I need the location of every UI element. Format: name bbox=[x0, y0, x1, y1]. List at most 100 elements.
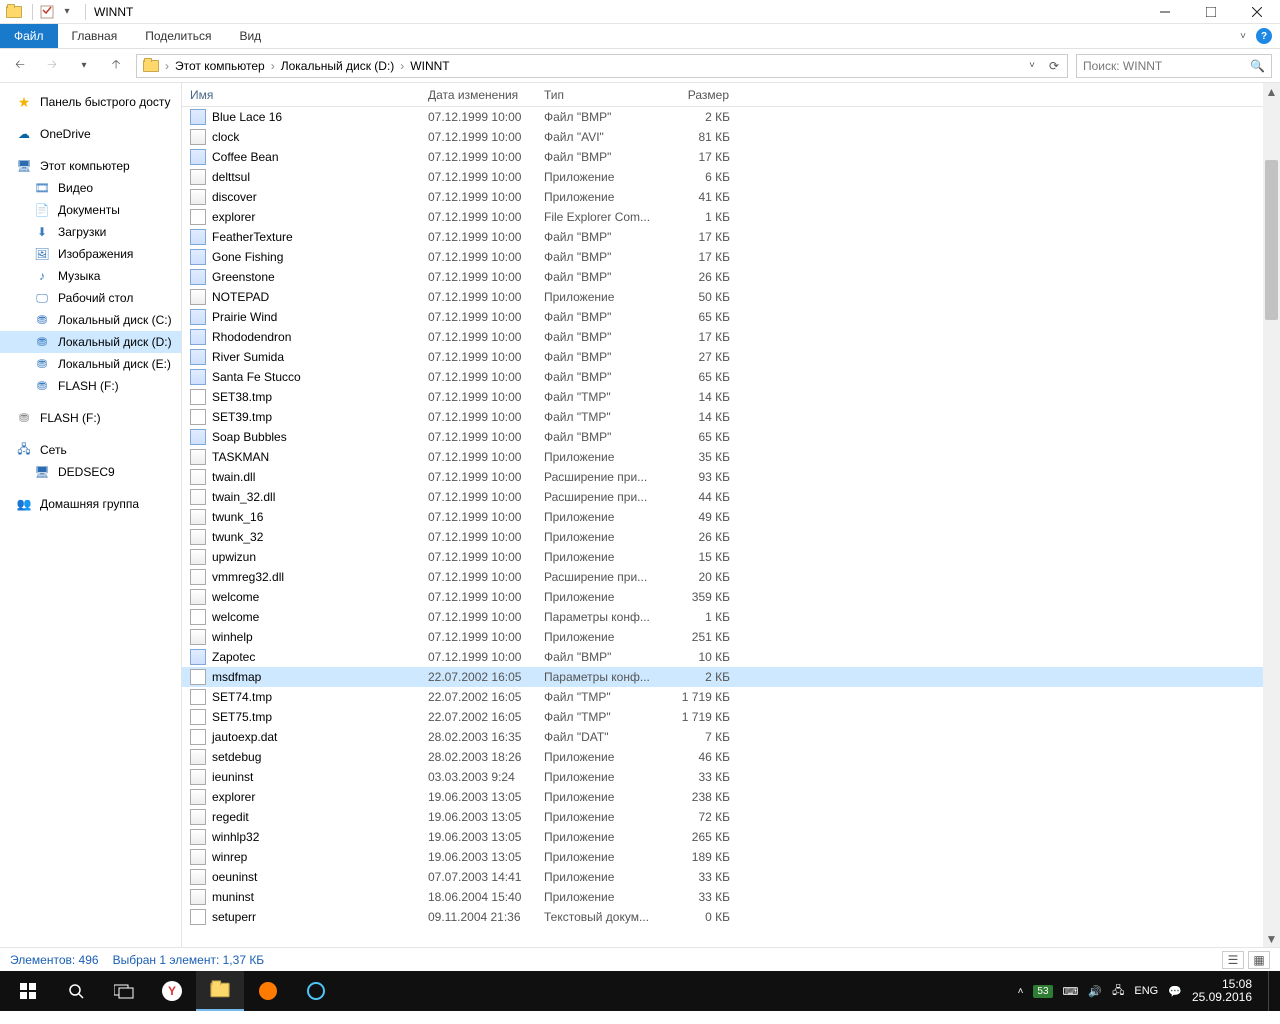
close-button[interactable] bbox=[1234, 0, 1280, 24]
tray-overflow-icon[interactable]: ˄ bbox=[1018, 986, 1024, 997]
minimize-button[interactable] bbox=[1142, 0, 1188, 24]
show-desktop-button[interactable] bbox=[1268, 971, 1274, 1011]
file-row[interactable]: upwizun07.12.1999 10:00Приложение15 КБ bbox=[182, 547, 1280, 567]
action-center-icon[interactable]: 💬 bbox=[1168, 985, 1182, 998]
file-row[interactable]: Prairie Wind07.12.1999 10:00Файл "BMP"65… bbox=[182, 307, 1280, 327]
sidebar-item[interactable]: 🖵Рабочий стол bbox=[0, 287, 181, 309]
file-row[interactable]: TASKMAN07.12.1999 10:00Приложение35 КБ bbox=[182, 447, 1280, 467]
file-row[interactable]: setuperr09.11.2004 21:36Текстовый докум.… bbox=[182, 907, 1280, 927]
file-row[interactable]: explorer19.06.2003 13:05Приложение238 КБ bbox=[182, 787, 1280, 807]
maximize-button[interactable] bbox=[1188, 0, 1234, 24]
scroll-up-icon[interactable]: ▲ bbox=[1263, 83, 1280, 100]
volume-icon[interactable]: 🔊 bbox=[1088, 985, 1102, 998]
file-row[interactable]: SET74.tmp22.07.2002 16:05Файл "TMP"1 719… bbox=[182, 687, 1280, 707]
file-row[interactable]: FeatherTexture07.12.1999 10:00Файл "BMP"… bbox=[182, 227, 1280, 247]
sidebar-onedrive[interactable]: ☁OneDrive bbox=[0, 123, 181, 145]
address-bar[interactable]: › Этот компьютер › Локальный диск (D:) ›… bbox=[136, 54, 1068, 78]
file-row[interactable]: NOTEPAD07.12.1999 10:00Приложение50 КБ bbox=[182, 287, 1280, 307]
address-dropdown-icon[interactable]: ˅ bbox=[1021, 55, 1043, 77]
file-row[interactable]: setdebug28.02.2003 18:26Приложение46 КБ bbox=[182, 747, 1280, 767]
sidebar-item[interactable]: ⛃Локальный диск (D:) bbox=[0, 331, 181, 353]
forward-button[interactable]: 🡢 bbox=[40, 54, 64, 78]
file-row[interactable]: River Sumida07.12.1999 10:00Файл "BMP"27… bbox=[182, 347, 1280, 367]
back-button[interactable]: 🡠 bbox=[8, 54, 32, 78]
col-name[interactable]: Имя bbox=[190, 83, 428, 106]
sidebar-item[interactable]: ♪Музыка bbox=[0, 265, 181, 287]
col-size[interactable]: Размер bbox=[660, 83, 736, 106]
sidebar-this-pc[interactable]: 🖥Этот компьютер bbox=[0, 155, 181, 177]
file-row[interactable]: SET38.tmp07.12.1999 10:00Файл "TMP"14 КБ bbox=[182, 387, 1280, 407]
sidebar-quick-access[interactable]: ★Панель быстрого досту bbox=[0, 91, 181, 113]
breadcrumb[interactable]: WINNT bbox=[406, 55, 453, 77]
network-tray-icon[interactable]: 🖧 bbox=[1112, 982, 1124, 1001]
taskbar-app-avast[interactable] bbox=[244, 971, 292, 1011]
qat-dropdown-icon[interactable]: ▾ bbox=[59, 4, 75, 20]
start-button[interactable] bbox=[4, 971, 52, 1011]
sidebar-network[interactable]: 🖧Сеть bbox=[0, 439, 181, 461]
sidebar-flash[interactable]: ⛃FLASH (F:) bbox=[0, 407, 181, 429]
file-row[interactable]: twain.dll07.12.1999 10:00Расширение при.… bbox=[182, 467, 1280, 487]
sidebar-item[interactable]: 📄Документы bbox=[0, 199, 181, 221]
file-row[interactable]: oeuninst07.07.2003 14:41Приложение33 КБ bbox=[182, 867, 1280, 887]
file-row[interactable]: Zapotec07.12.1999 10:00Файл "BMP"10 КБ bbox=[182, 647, 1280, 667]
tab-view[interactable]: Вид bbox=[225, 24, 275, 48]
taskbar-app-player[interactable] bbox=[292, 971, 340, 1011]
file-row[interactable]: Soap Bubbles07.12.1999 10:00Файл "BMP"65… bbox=[182, 427, 1280, 447]
sidebar-item[interactable]: 🖼Изображения bbox=[0, 243, 181, 265]
file-row[interactable]: winhelp07.12.1999 10:00Приложение251 КБ bbox=[182, 627, 1280, 647]
sidebar-item[interactable]: 🎞Видео bbox=[0, 177, 181, 199]
breadcrumb[interactable]: Локальный диск (D:) bbox=[277, 55, 399, 77]
file-row[interactable]: jautoexp.dat28.02.2003 16:35Файл "DAT"7 … bbox=[182, 727, 1280, 747]
search-button[interactable] bbox=[52, 971, 100, 1011]
vertical-scrollbar[interactable]: ▲ ▼ bbox=[1263, 83, 1280, 947]
file-row[interactable]: discover07.12.1999 10:00Приложение41 КБ bbox=[182, 187, 1280, 207]
file-row[interactable]: winhlp3219.06.2003 13:05Приложение265 КБ bbox=[182, 827, 1280, 847]
file-row[interactable]: SET39.tmp07.12.1999 10:00Файл "TMP"14 КБ bbox=[182, 407, 1280, 427]
sidebar-item[interactable]: ⛃Локальный диск (E:) bbox=[0, 353, 181, 375]
file-row[interactable]: vmmreg32.dll07.12.1999 10:00Расширение п… bbox=[182, 567, 1280, 587]
file-row[interactable]: Santa Fe Stucco07.12.1999 10:00Файл "BMP… bbox=[182, 367, 1280, 387]
file-row[interactable]: msdfmap22.07.2002 16:05Параметры конф...… bbox=[182, 667, 1280, 687]
sidebar-item[interactable]: ⛃FLASH (F:) bbox=[0, 375, 181, 397]
sidebar-computer[interactable]: 🖥DEDSEC9 bbox=[0, 461, 181, 483]
language-indicator[interactable]: ENG bbox=[1134, 985, 1158, 997]
ribbon-expand-icon[interactable]: ˅ bbox=[1240, 31, 1246, 42]
scroll-down-icon[interactable]: ▼ bbox=[1263, 930, 1280, 947]
tab-share[interactable]: Поделиться bbox=[131, 24, 225, 48]
refresh-button[interactable]: ⟳ bbox=[1043, 55, 1065, 77]
file-row[interactable]: regedit19.06.2003 13:05Приложение72 КБ bbox=[182, 807, 1280, 827]
file-row[interactable]: delttsul07.12.1999 10:00Приложение6 КБ bbox=[182, 167, 1280, 187]
tab-file[interactable]: Файл bbox=[0, 24, 58, 48]
sidebar-homegroup[interactable]: 👥Домашняя группа bbox=[0, 493, 181, 515]
file-row[interactable]: welcome07.12.1999 10:00Параметры конф...… bbox=[182, 607, 1280, 627]
taskbar-app-yandex[interactable]: Y bbox=[148, 971, 196, 1011]
file-row[interactable]: Rhododendron07.12.1999 10:00Файл "BMP"17… bbox=[182, 327, 1280, 347]
touch-keyboard-icon[interactable]: ⌨ bbox=[1063, 985, 1079, 998]
file-row[interactable]: clock07.12.1999 10:00Файл "AVI"81 КБ bbox=[182, 127, 1280, 147]
breadcrumb[interactable]: Этот компьютер bbox=[171, 55, 269, 77]
taskbar-app-explorer[interactable] bbox=[196, 971, 244, 1011]
help-icon[interactable]: ? bbox=[1256, 28, 1272, 44]
file-row[interactable]: welcome07.12.1999 10:00Приложение359 КБ bbox=[182, 587, 1280, 607]
history-dropdown-icon[interactable]: ▾ bbox=[72, 54, 96, 78]
file-row[interactable]: winrep19.06.2003 13:05Приложение189 КБ bbox=[182, 847, 1280, 867]
file-row[interactable]: Coffee Bean07.12.1999 10:00Файл "BMP"17 … bbox=[182, 147, 1280, 167]
tray-badge[interactable]: 53 bbox=[1033, 985, 1052, 998]
clock[interactable]: 15:08 25.09.2016 bbox=[1192, 978, 1252, 1004]
scroll-thumb[interactable] bbox=[1265, 160, 1278, 320]
col-type[interactable]: Тип bbox=[544, 83, 660, 106]
file-row[interactable]: Greenstone07.12.1999 10:00Файл "BMP"26 К… bbox=[182, 267, 1280, 287]
file-row[interactable]: Gone Fishing07.12.1999 10:00Файл "BMP"17… bbox=[182, 247, 1280, 267]
tab-home[interactable]: Главная bbox=[58, 24, 132, 48]
view-large-button[interactable]: ▦ bbox=[1248, 951, 1270, 969]
file-row[interactable]: muninst18.06.2004 15:40Приложение33 КБ bbox=[182, 887, 1280, 907]
file-row[interactable]: ieuninst03.03.2003 9:24Приложение33 КБ bbox=[182, 767, 1280, 787]
col-date[interactable]: Дата изменения bbox=[428, 83, 544, 106]
view-details-button[interactable]: ☰ bbox=[1222, 951, 1244, 969]
file-row[interactable]: twunk_3207.12.1999 10:00Приложение26 КБ bbox=[182, 527, 1280, 547]
file-row[interactable]: SET75.tmp22.07.2002 16:05Файл "TMP"1 719… bbox=[182, 707, 1280, 727]
file-row[interactable]: explorer07.12.1999 10:00File Explorer Co… bbox=[182, 207, 1280, 227]
sidebar-item[interactable]: ⛃Локальный диск (C:) bbox=[0, 309, 181, 331]
taskview-button[interactable] bbox=[100, 971, 148, 1011]
up-button[interactable]: 🡡 bbox=[104, 54, 128, 78]
